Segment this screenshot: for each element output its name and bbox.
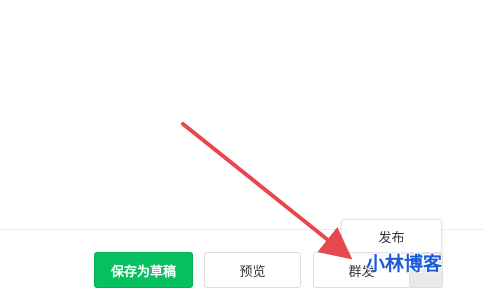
preview-label: 预览 [239,264,266,280]
save-draft-label: 保存为草稿 [110,264,176,280]
editor-page: 保存为草稿 预览 群发 发布 小林博客 [0,0,484,300]
save-draft-button[interactable]: 保存为草稿 [94,252,193,288]
article-editor-area[interactable] [0,0,484,229]
publish-dropdown-menu: 发布 [341,219,442,253]
preview-button[interactable]: 预览 [204,252,301,288]
watermark-logo: 小林博客 [366,253,443,275]
publish-menu-item[interactable]: 发布 [378,227,404,246]
